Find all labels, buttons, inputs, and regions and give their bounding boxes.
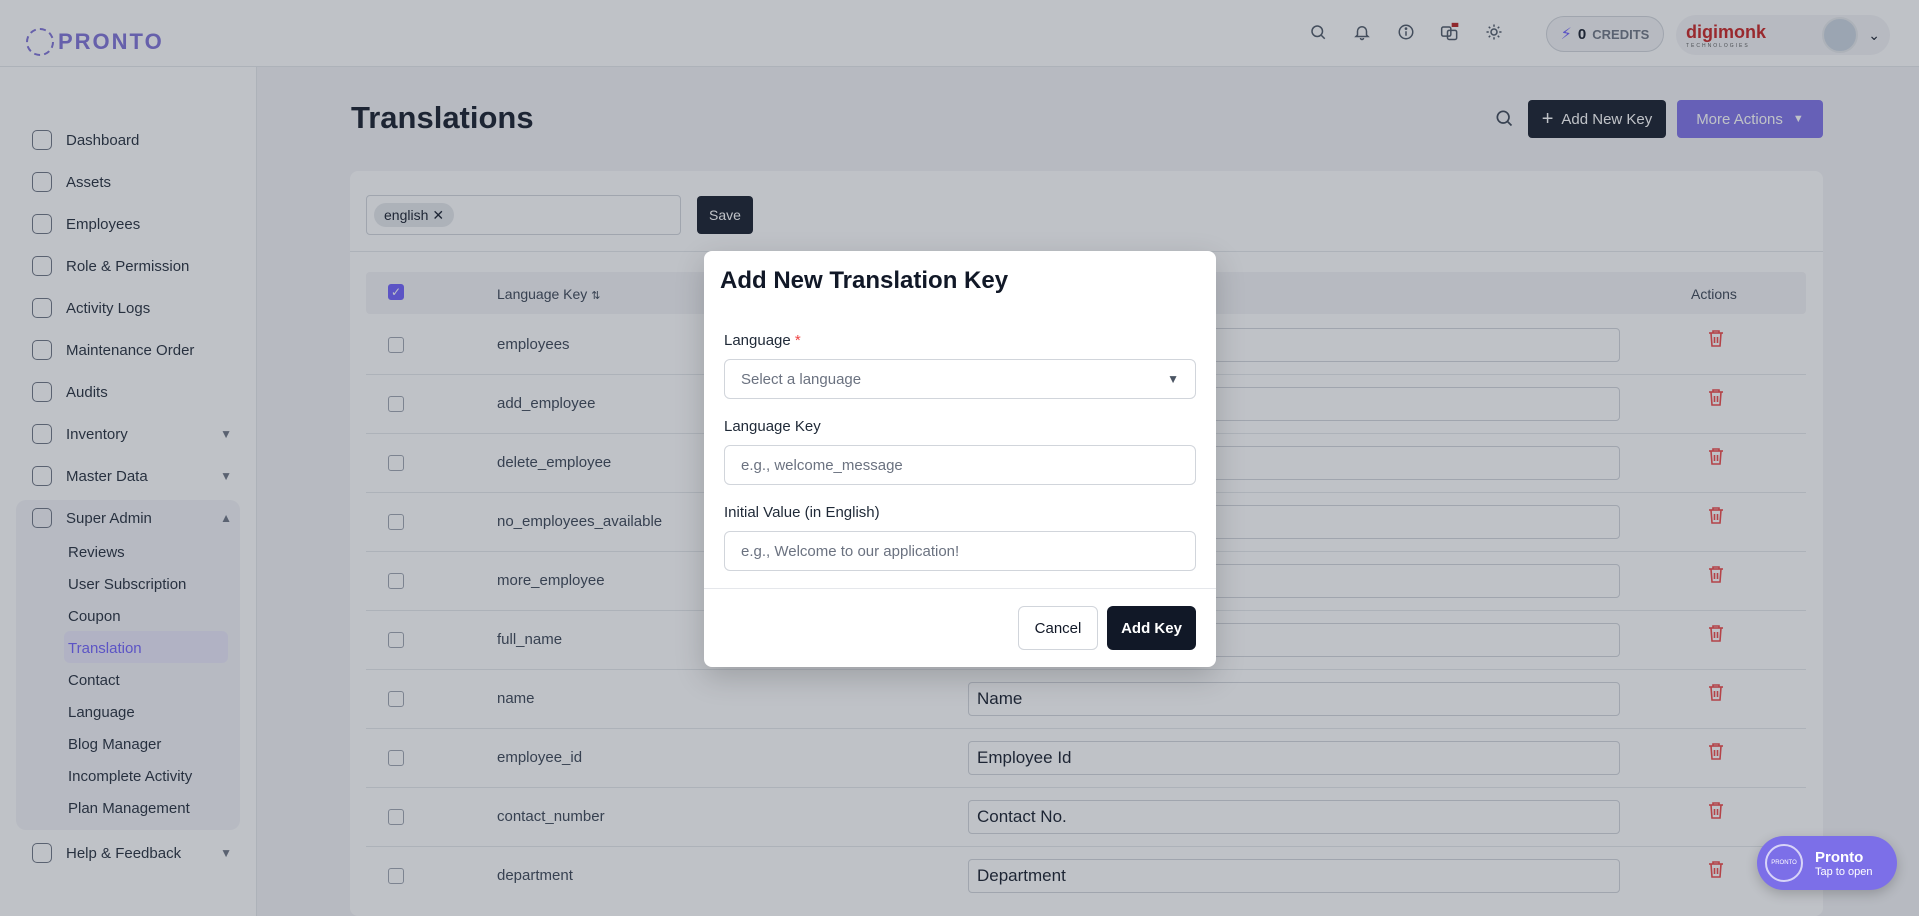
modal-divider <box>704 588 1216 589</box>
initial-value-placeholder: e.g., Welcome to our application! <box>741 542 960 560</box>
modal-title: Add New Translation Key <box>720 267 1009 294</box>
add-translation-key-modal: Add New Translation Key Language * Selec… <box>704 251 1216 667</box>
language-key-placeholder: e.g., welcome_message <box>741 456 903 474</box>
required-mark: * <box>794 332 801 349</box>
pronto-logo-icon: PRONTO <box>1765 844 1803 882</box>
widget-text: Pronto Tap to open <box>1815 849 1873 878</box>
widget-title: Pronto <box>1815 848 1864 866</box>
language-select-placeholder: Select a language <box>741 370 862 388</box>
language-key-label: Language Key <box>724 418 821 435</box>
cancel-button[interactable]: Cancel <box>1018 606 1098 650</box>
initial-value-input[interactable]: e.g., Welcome to our application! <box>724 531 1196 571</box>
language-label: Language * <box>724 332 801 349</box>
widget-subtitle: Tap to open <box>1815 865 1873 878</box>
language-key-input[interactable]: e.g., welcome_message <box>724 445 1196 485</box>
pronto-assistant-widget[interactable]: PRONTO Pronto Tap to open <box>1757 836 1897 890</box>
initial-value-label: Initial Value (in English) <box>724 504 880 521</box>
add-key-button[interactable]: Add Key <box>1107 606 1196 650</box>
language-select[interactable]: Select a language ▼ <box>724 359 1196 399</box>
chevron-down-icon: ▼ <box>1167 372 1179 386</box>
